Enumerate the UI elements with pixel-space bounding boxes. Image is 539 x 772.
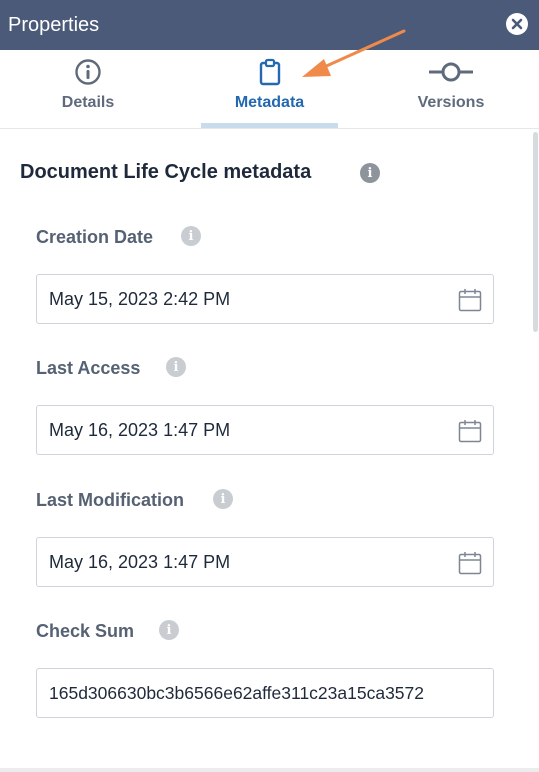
version-line-icon: [427, 59, 475, 85]
calendar-icon[interactable]: [458, 551, 482, 575]
tab-details-label: Details: [61, 94, 115, 111]
scrollbar[interactable]: [533, 132, 538, 332]
creation-date-label: Creation Date: [36, 227, 154, 247]
info-icon[interactable]: i: [159, 620, 179, 640]
last-access-value: May 16, 2023 1:47 PM: [49, 420, 231, 440]
panel-bottom-edge: [0, 768, 539, 772]
info-icon[interactable]: i: [360, 163, 380, 183]
tab-versions-label: Versions: [417, 94, 485, 111]
tab-metadata[interactable]: Metadata: [201, 50, 338, 128]
last-modification-field[interactable]: May 16, 2023 1:47 PM: [36, 537, 494, 587]
section-title: Document Life Cycle metadata: [20, 161, 312, 183]
check-sum-label: Check Sum: [36, 621, 135, 641]
calendar-icon[interactable]: [458, 288, 482, 312]
active-tab-indicator: [201, 123, 338, 128]
tab-details[interactable]: Details: [50, 50, 126, 128]
last-modification-value: May 16, 2023 1:47 PM: [49, 552, 231, 572]
info-icon[interactable]: i: [181, 226, 201, 246]
creation-date-value: May 15, 2023 2:42 PM: [49, 289, 231, 309]
info-icon[interactable]: i: [213, 489, 233, 509]
check-sum-value: 165d306630bc3b6566e62affe311c23a15ca3572: [49, 683, 425, 703]
calendar-icon[interactable]: [458, 419, 482, 443]
info-circle-icon: [74, 59, 102, 85]
properties-header: Properties: [0, 0, 539, 50]
close-icon: [511, 18, 523, 30]
tab-metadata-label: Metadata: [234, 94, 305, 111]
tab-versions[interactable]: Versions: [410, 50, 492, 128]
info-icon[interactable]: i: [166, 357, 186, 377]
last-access-label: Last Access: [36, 358, 141, 378]
tab-bar: Details Metadata Versions: [0, 50, 539, 129]
clipboard-icon: [258, 58, 282, 86]
last-modification-label: Last Modification: [36, 490, 184, 510]
panel-title: Properties: [8, 14, 100, 36]
close-button[interactable]: [506, 13, 528, 35]
check-sum-field[interactable]: 165d306630bc3b6566e62affe311c23a15ca3572: [36, 668, 494, 718]
creation-date-field[interactable]: May 15, 2023 2:42 PM: [36, 274, 494, 324]
last-access-field[interactable]: May 16, 2023 1:47 PM: [36, 405, 494, 455]
